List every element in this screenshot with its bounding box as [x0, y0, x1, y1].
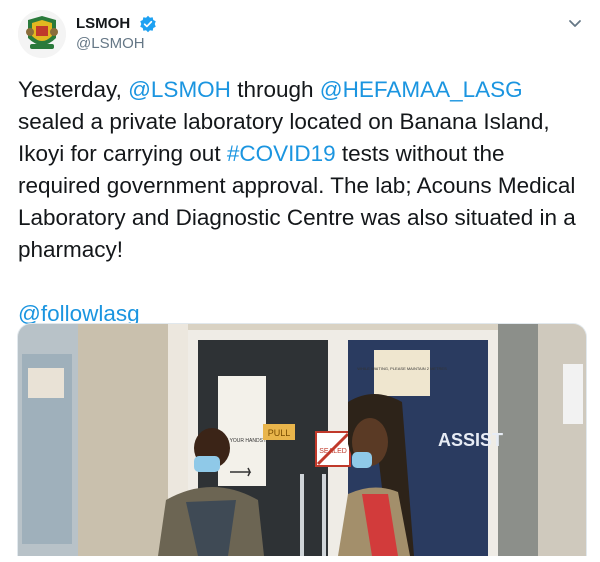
handle[interactable]: @LSMOH: [76, 34, 157, 54]
mention-link[interactable]: @LSMOH: [128, 77, 231, 102]
tweet-photo[interactable]: SANITIZE YOUR HANDS HERE PULL SEALED WHI…: [17, 323, 587, 556]
avatar[interactable]: [18, 10, 66, 58]
hashtag-link[interactable]: #COVID19: [227, 141, 336, 166]
photo-scene: SANITIZE YOUR HANDS HERE PULL SEALED WHI…: [18, 324, 586, 556]
notice-sign: WHILE WAITING, PLEASE MAINTAIN 2 METRES: [357, 366, 447, 371]
chevron-down-icon[interactable]: [566, 14, 584, 32]
tweet-header: LSMOH @LSMOH: [18, 10, 588, 58]
sealed-sign: SEALED: [319, 448, 347, 455]
pull-sign: PULL: [268, 428, 291, 438]
text-segment: Yesterday,: [18, 77, 129, 102]
mention-link[interactable]: @HEFAMAA_LASG: [320, 77, 523, 102]
verified-badge-icon: [139, 15, 156, 33]
lagos-crest-icon: [18, 10, 66, 58]
tweet-text: Yesterday, @LSMOH through @HEFAMAA_LASG …: [18, 74, 588, 330]
text-segment: through: [230, 77, 320, 102]
display-name[interactable]: LSMOH: [76, 14, 130, 34]
assist-sign: ASSIST: [438, 430, 503, 450]
